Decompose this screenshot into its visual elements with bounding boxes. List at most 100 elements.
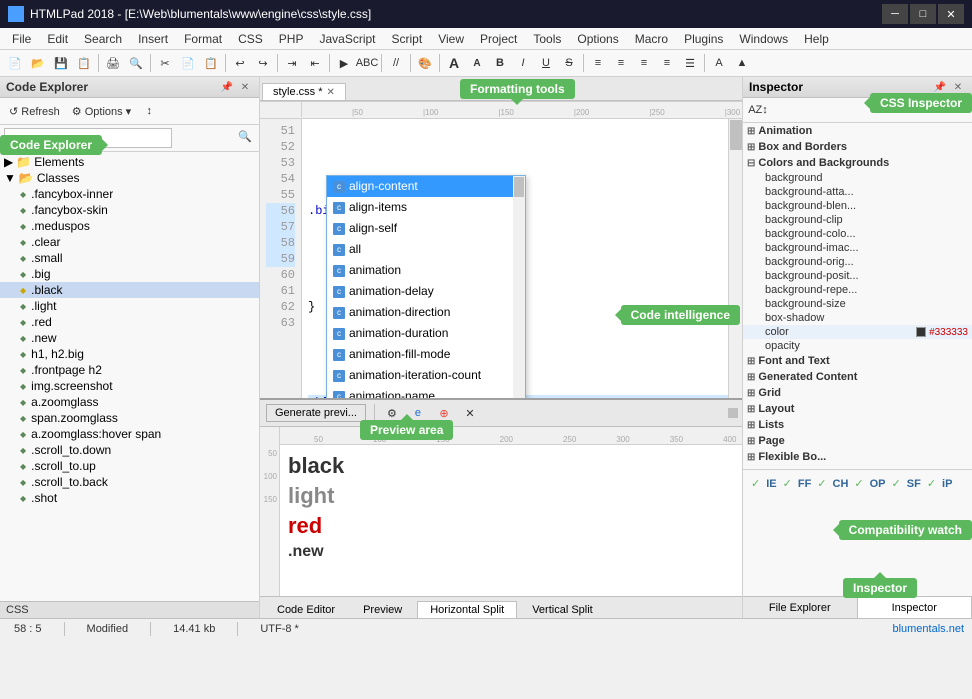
tb-underline[interactable]: U [535, 53, 557, 73]
menu-file[interactable]: File [4, 30, 39, 48]
ac-item-animation-name[interactable]: c animation-name [327, 386, 525, 398]
ac-item-animation-direction[interactable]: c animation-direction [327, 302, 525, 323]
menu-plugins[interactable]: Plugins [676, 30, 731, 48]
menu-php[interactable]: PHP [271, 30, 312, 48]
tb-align-right[interactable]: ≡ [633, 53, 655, 73]
class-scroll-back[interactable]: ◆ .scroll_to.back [0, 474, 259, 490]
tb-print[interactable]: 🖨 [102, 53, 124, 73]
sort-az-button[interactable]: AZ↕ [747, 100, 769, 120]
section-lists[interactable]: ⊞ Lists [743, 417, 972, 433]
tb-save[interactable]: 💾 [50, 53, 72, 73]
section-grid[interactable]: ⊞ Grid [743, 385, 972, 401]
inspector-close[interactable]: ✕ [950, 80, 966, 94]
class-span-zoomglass[interactable]: ◆ span.zoomglass [0, 410, 259, 426]
class-small[interactable]: ◆ .small [0, 250, 259, 266]
class-big[interactable]: ◆ .big [0, 266, 259, 282]
tb-italic[interactable]: I [512, 53, 534, 73]
class-zoomglass[interactable]: ◆ a.zoomglass [0, 394, 259, 410]
refresh-button[interactable]: ↺ Refresh [4, 101, 65, 121]
tb-save-all[interactable]: 📋 [73, 53, 95, 73]
tb-undo[interactable]: ↩ [229, 53, 251, 73]
maximize-button[interactable]: □ [910, 4, 936, 24]
css-prop-color[interactable]: color #333333 [743, 325, 972, 339]
ac-item-all[interactable]: c all [327, 239, 525, 260]
menu-options[interactable]: Options [569, 30, 626, 48]
tb-color[interactable]: 🎨 [414, 53, 436, 73]
ac-item-animation-duration[interactable]: c animation-duration [327, 323, 525, 344]
ac-item-align-items[interactable]: c align-items [327, 197, 525, 218]
autocomplete-scrollbar[interactable] [513, 176, 525, 398]
tab-inspector[interactable]: Inspector [858, 597, 972, 618]
tb-paste[interactable]: 📋 [200, 53, 222, 73]
class-meduspos[interactable]: ◆ .meduspos [0, 218, 259, 234]
tree-folder-classes[interactable]: ▼ 📂 Classes [0, 170, 259, 186]
vertical-scrollbar[interactable] [728, 119, 742, 398]
menu-script[interactable]: Script [384, 30, 431, 48]
menu-edit[interactable]: Edit [39, 30, 76, 48]
ac-item-animation-fill-mode[interactable]: c animation-fill-mode [327, 344, 525, 365]
minimize-button[interactable]: ─ [882, 4, 908, 24]
autocomplete-dropdown[interactable]: c align-content c align-items c align-se… [326, 175, 526, 398]
inspector-pin[interactable]: 📌 [932, 80, 948, 94]
tab-close-icon[interactable]: ✕ [327, 87, 335, 98]
tb-redo[interactable]: ↪ [252, 53, 274, 73]
css-prop-bg-attachment[interactable]: background-atta... [743, 185, 972, 199]
css-prop-bg-image[interactable]: background-imac... [743, 241, 972, 255]
editor-content[interactable]: 51 52 53 54 55 56 57 58 59 60 61 62 63 .… [260, 119, 742, 398]
sort-button[interactable]: ↕ [138, 101, 160, 121]
menu-macro[interactable]: Macro [627, 30, 676, 48]
tb-bold[interactable]: B [489, 53, 511, 73]
preview-close-icon[interactable]: ✕ [459, 403, 481, 423]
tb-new[interactable]: 📄 [4, 53, 26, 73]
editor-tab-style-css[interactable]: style.css * ✕ [262, 83, 346, 100]
tb-bg-color[interactable]: ▲ [731, 53, 753, 73]
menu-css[interactable]: CSS [230, 30, 271, 48]
menu-project[interactable]: Project [472, 30, 525, 48]
tab-code-editor[interactable]: Code Editor [264, 601, 348, 618]
css-prop-bg-size[interactable]: background-size [743, 297, 972, 311]
menu-help[interactable]: Help [796, 30, 837, 48]
tb-font-color[interactable]: A [708, 53, 730, 73]
close-button[interactable]: ✕ [938, 4, 964, 24]
tab-horizontal-split[interactable]: Horizontal Split [417, 601, 517, 618]
class-red[interactable]: ◆ .red [0, 314, 259, 330]
class-zoomglass-hover[interactable]: ◆ a.zoomglass:hover span [0, 426, 259, 442]
tree-folder-elements[interactable]: ▶ 📁 Elements [0, 154, 259, 170]
brand-link[interactable]: blumentals.net [892, 623, 964, 635]
menu-search[interactable]: Search [76, 30, 130, 48]
ac-item-animation-iteration[interactable]: c animation-iteration-count [327, 365, 525, 386]
class-black[interactable]: ◆ .black [0, 282, 259, 298]
tb-align-left[interactable]: ≡ [587, 53, 609, 73]
section-font-text[interactable]: ⊞ Font and Text [743, 353, 972, 369]
css-prop-opacity[interactable]: opacity [743, 339, 972, 353]
tb-list[interactable]: ☰ [679, 53, 701, 73]
tab-preview[interactable]: Preview [350, 601, 415, 618]
css-prop-bg-origin[interactable]: background-orig... [743, 255, 972, 269]
section-layout[interactable]: ⊞ Layout [743, 401, 972, 417]
ac-item-animation[interactable]: c animation [327, 260, 525, 281]
tb-preview[interactable]: ▶ [333, 53, 355, 73]
tb-cut[interactable]: ✂ [154, 53, 176, 73]
css-prop-background[interactable]: background [743, 171, 972, 185]
css-prop-bg-color[interactable]: background-colo... [743, 227, 972, 241]
tb-font-smaller[interactable]: A [466, 53, 488, 73]
menu-format[interactable]: Format [176, 30, 230, 48]
tb-outdent[interactable]: ⇤ [304, 53, 326, 73]
class-shot[interactable]: ◆ .shot [0, 490, 259, 506]
tb-find[interactable]: 🔍 [125, 53, 147, 73]
ac-item-align-self[interactable]: c align-self [327, 218, 525, 239]
css-prop-bg-position[interactable]: background-posit... [743, 269, 972, 283]
class-fancybox-skin[interactable]: ◆ .fancybox-skin [0, 202, 259, 218]
class-h1h2big[interactable]: ◆ h1, h2.big [0, 346, 259, 362]
class-fancybox-inner[interactable]: ◆ .fancybox-inner [0, 186, 259, 202]
tb-strikethrough[interactable]: S [558, 53, 580, 73]
class-img-screenshot[interactable]: ◆ img.screenshot [0, 378, 259, 394]
css-prop-bg-repeat[interactable]: background-repe... [743, 283, 972, 297]
css-prop-bg-blend[interactable]: background-blen... [743, 199, 972, 213]
css-prop-box-shadow[interactable]: box-shadow [743, 311, 972, 325]
tb-open[interactable]: 📂 [27, 53, 49, 73]
tab-file-explorer[interactable]: File Explorer [743, 597, 858, 618]
menu-windows[interactable]: Windows [731, 30, 796, 48]
section-flexible-box[interactable]: ⊞ Flexible Bo... [743, 449, 972, 465]
generate-preview-button[interactable]: Generate previ... [266, 404, 366, 422]
